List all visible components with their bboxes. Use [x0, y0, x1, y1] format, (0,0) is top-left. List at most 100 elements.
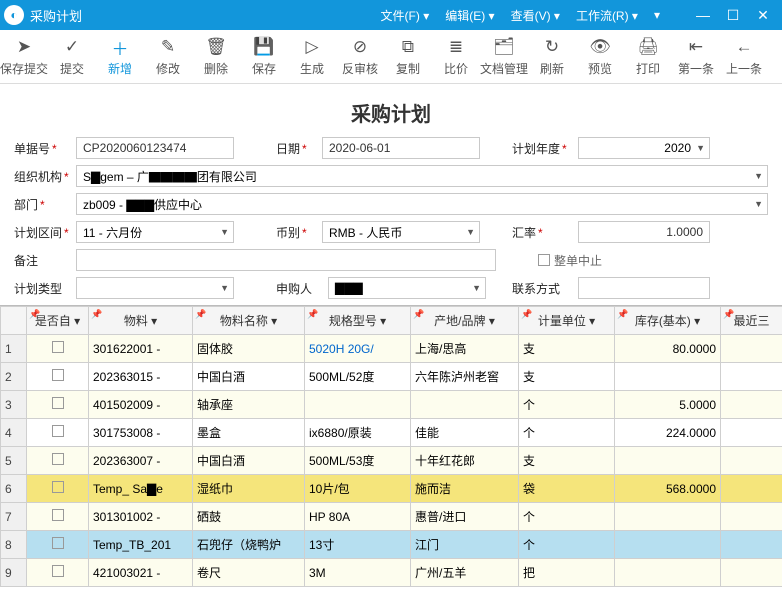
- cell-last: [721, 531, 782, 559]
- compare-price-icon: ≣: [449, 36, 463, 58]
- menu-dropdown-icon[interactable]: ▾: [646, 8, 668, 22]
- menu-查看(V)[interactable]: 查看(V) ▾: [503, 7, 568, 24]
- table-row[interactable]: 4301753008 -墨盒ix6880/原装佳能个224.0000: [1, 419, 782, 447]
- cell-spec: 3M: [305, 559, 411, 587]
- cell-material[interactable]: 301753008 -: [89, 419, 193, 447]
- col-rownum[interactable]: [1, 307, 27, 335]
- currency-select[interactable]: RMB - 人民币: [322, 221, 480, 243]
- cell-stock: [615, 559, 721, 587]
- remark-input[interactable]: [76, 249, 496, 271]
- cell-name: 中国白酒: [193, 447, 305, 475]
- table-row[interactable]: 5202363007 -中国白酒500ML/53度十年红花郎支: [1, 447, 782, 475]
- plan-year-select[interactable]: 2020: [578, 137, 710, 159]
- save-submit-icon: ➤: [17, 36, 31, 58]
- date-label: 日期*: [276, 140, 316, 157]
- table-row[interactable]: 2202363015 -中国白酒500ML/52度六年陈泸州老窖支: [1, 363, 782, 391]
- col-origin[interactable]: 📌产地/品牌 ▾: [411, 307, 519, 335]
- cell-material[interactable]: Temp_ Sa▇e: [89, 475, 193, 503]
- tool-save[interactable]: 💾 保存: [240, 34, 288, 79]
- cell-free[interactable]: [27, 335, 89, 363]
- tool-copy[interactable]: ⧉复制: [384, 34, 432, 79]
- tool-compare-price[interactable]: ≣比价: [432, 34, 480, 79]
- col-free[interactable]: 📌是否自 ▾: [27, 307, 89, 335]
- cell-origin: 广州/五羊: [411, 559, 519, 587]
- cell-free[interactable]: [27, 503, 89, 531]
- tool-anti-audit[interactable]: ⊘反审核: [336, 34, 384, 79]
- cell-last: [721, 335, 782, 363]
- col-spec[interactable]: 📌规格型号 ▾: [305, 307, 411, 335]
- tool-print[interactable]: 🖨 打印: [624, 34, 672, 79]
- cell-material[interactable]: Temp_TB_201: [89, 531, 193, 559]
- col-stock[interactable]: 📌库存(基本) ▾: [615, 307, 721, 335]
- cell-stock: 5.0000: [615, 391, 721, 419]
- tool-preview[interactable]: 👁预览: [576, 34, 624, 79]
- pin-icon: 📌: [307, 309, 318, 320]
- cell-material[interactable]: 301301002 -: [89, 503, 193, 531]
- print-icon: 🖨: [637, 36, 659, 58]
- table-row[interactable]: 3401502009 -轴承座个5.0000: [1, 391, 782, 419]
- table-row[interactable]: 6Temp_ Sa▇e湿纸巾10片/包施而洁袋568.0000: [1, 475, 782, 503]
- tool-refresh[interactable]: ↻刷新: [528, 34, 576, 79]
- contact-input[interactable]: [578, 277, 710, 299]
- tool-generate[interactable]: ▷生成: [288, 34, 336, 79]
- menu-编辑(E)[interactable]: 编辑(E) ▾: [437, 7, 502, 24]
- cell-material[interactable]: 202363015 -: [89, 363, 193, 391]
- tool-delete[interactable]: 🗑删除: [192, 34, 240, 79]
- tool-prev[interactable]: ←上一条: [720, 34, 768, 79]
- plan-range-select[interactable]: 11 - 六月份: [76, 221, 234, 243]
- tool-label: 打印: [636, 60, 660, 77]
- checkbox-icon: [52, 425, 64, 437]
- cell-free[interactable]: [27, 447, 89, 475]
- col-material-name[interactable]: 📌物料名称 ▾: [193, 307, 305, 335]
- maximize-button[interactable]: ☐: [718, 7, 748, 24]
- cell-free[interactable]: [27, 531, 89, 559]
- plan-type-select[interactable]: [76, 277, 234, 299]
- tool-first[interactable]: ⇤第一条: [672, 34, 720, 79]
- cell-free[interactable]: [27, 419, 89, 447]
- applicant-select[interactable]: ▇▇▇: [328, 277, 486, 299]
- checkbox-icon: [52, 369, 64, 381]
- cell-material[interactable]: 401502009 -: [89, 391, 193, 419]
- cell-free[interactable]: [27, 559, 89, 587]
- cell-last: [721, 391, 782, 419]
- date-input[interactable]: [322, 137, 480, 159]
- whole-stop-checkbox[interactable]: 整单中止: [538, 252, 602, 269]
- menu-文件(F)[interactable]: 文件(F) ▾: [373, 7, 438, 24]
- tool-modify[interactable]: ✎修改: [144, 34, 192, 79]
- table-row[interactable]: 8Temp_TB_201石兜仔（烧鸭炉13寸江门个: [1, 531, 782, 559]
- tool-label: 保存: [252, 60, 276, 77]
- cell-free[interactable]: [27, 475, 89, 503]
- cell-free[interactable]: [27, 363, 89, 391]
- rate-input[interactable]: [578, 221, 710, 243]
- doc-no-input[interactable]: [76, 137, 234, 159]
- dept-select[interactable]: zb009 - ▇▇▇供应中心: [76, 193, 768, 215]
- col-unit[interactable]: 📌计量单位 ▾: [519, 307, 615, 335]
- tool-label: 生成: [300, 60, 324, 77]
- cell-name: 中国白酒: [193, 363, 305, 391]
- tool-save-submit[interactable]: ➤保存提交: [0, 34, 48, 79]
- cell-rownum: 3: [1, 391, 27, 419]
- cell-spec: 500ML/53度: [305, 447, 411, 475]
- tool-submit[interactable]: ✓提交: [48, 34, 96, 79]
- close-button[interactable]: ✕: [748, 7, 778, 24]
- table-row[interactable]: 1301622001 -固体胶5020H 20G/上海/思高支80.0000: [1, 335, 782, 363]
- cell-material[interactable]: 421003021 -: [89, 559, 193, 587]
- pin-icon: 📌: [91, 309, 102, 320]
- cell-rownum: 1: [1, 335, 27, 363]
- org-select[interactable]: S▇gem – 广▇▇▇▇团有限公司: [76, 165, 768, 187]
- col-material[interactable]: 📌物料 ▾: [89, 307, 193, 335]
- cell-last: [721, 447, 782, 475]
- tool-doc-manage[interactable]: 🗂文档管理: [480, 34, 528, 79]
- menu-工作流(R)[interactable]: 工作流(R) ▾: [568, 7, 646, 24]
- table-row[interactable]: 9421003021 -卷尺3M广州/五羊把: [1, 559, 782, 587]
- table[interactable]: 📌是否自 ▾ 📌物料 ▾ 📌物料名称 ▾ 📌规格型号 ▾ 📌产地/品牌 ▾ 📌计…: [0, 305, 782, 601]
- col-last[interactable]: 📌最近三: [721, 307, 782, 335]
- tool-add[interactable]: ＋新增: [96, 34, 144, 79]
- doc-manage-icon: 🗂: [493, 36, 515, 58]
- minimize-button[interactable]: —: [688, 7, 718, 23]
- cell-material[interactable]: 202363007 -: [89, 447, 193, 475]
- table-row[interactable]: 7301301002 -硒鼓HP 80A惠普/进口个: [1, 503, 782, 531]
- cell-material[interactable]: 301622001 -: [89, 335, 193, 363]
- save-icon: 💾: [253, 36, 274, 58]
- cell-free[interactable]: [27, 391, 89, 419]
